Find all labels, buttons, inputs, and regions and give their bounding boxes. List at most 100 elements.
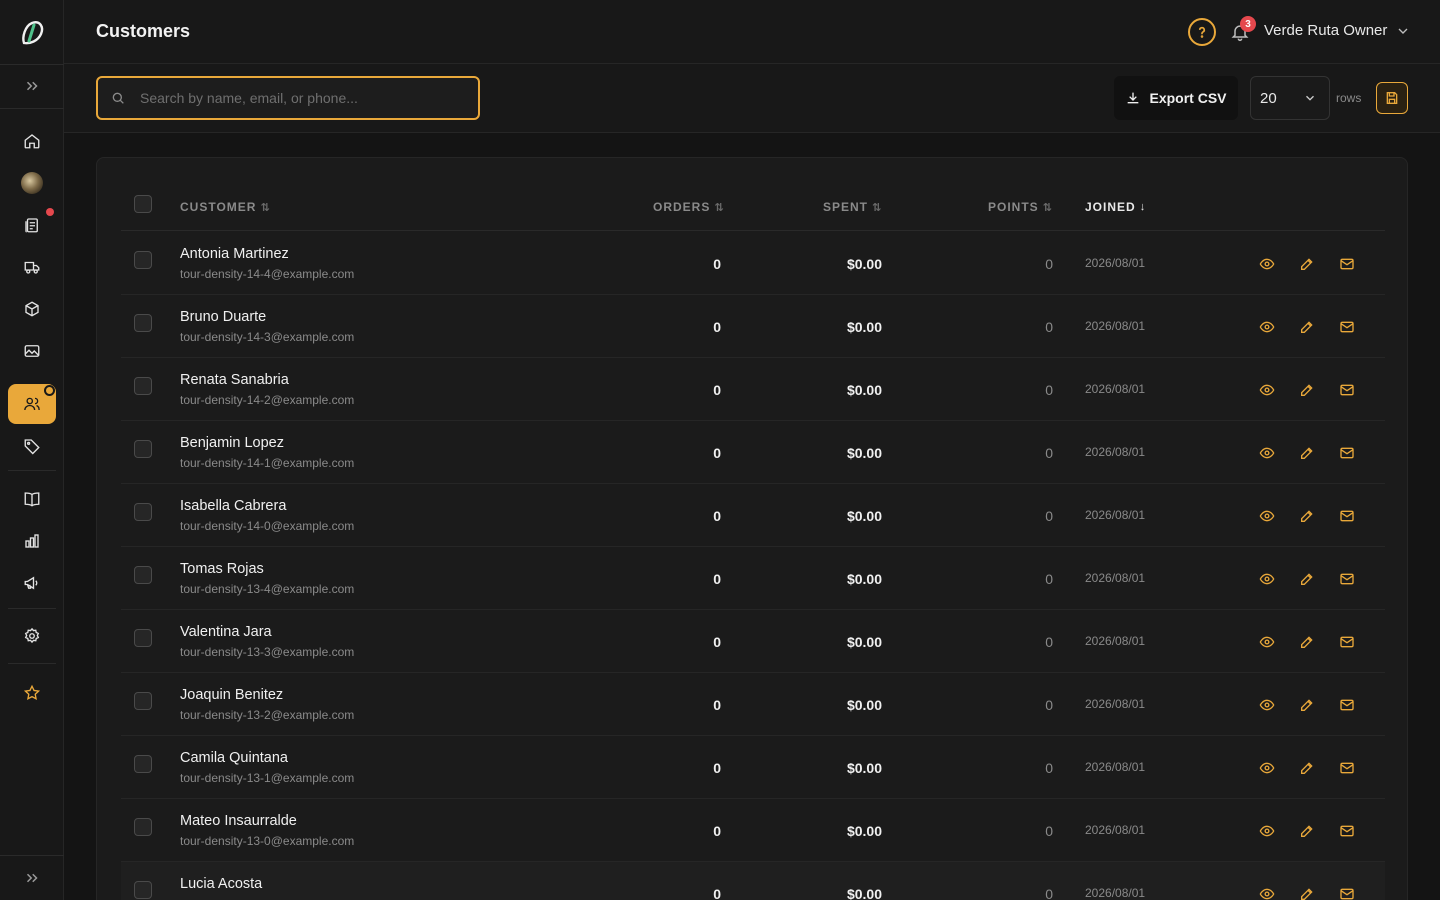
table-row[interactable]: Mateo Insaurralde tour-density-13-0@examp… <box>121 799 1385 862</box>
email-button[interactable] <box>1337 569 1357 589</box>
view-button[interactable] <box>1257 632 1277 652</box>
sidebar-item-home[interactable] <box>8 121 56 161</box>
edit-button[interactable] <box>1297 632 1317 652</box>
user-menu[interactable]: Verde Ruta Owner <box>1264 22 1411 39</box>
view-button[interactable] <box>1257 317 1277 337</box>
view-button[interactable] <box>1257 758 1277 778</box>
email-button[interactable] <box>1337 317 1357 337</box>
edit-button[interactable] <box>1297 884 1317 900</box>
edit-button[interactable] <box>1297 443 1317 463</box>
customer-name[interactable]: Lucia Acosta <box>180 876 262 892</box>
sidebar-item-marketing[interactable] <box>8 563 56 603</box>
row-checkbox[interactable] <box>134 818 152 836</box>
view-button[interactable] <box>1257 254 1277 274</box>
customer-name[interactable]: Antonia Martinez <box>180 246 289 262</box>
customer-name[interactable]: Tomas Rojas <box>180 561 264 577</box>
customer-name[interactable]: Bruno Duarte <box>180 309 266 325</box>
customer-name[interactable]: Mateo Insaurralde <box>180 813 297 829</box>
view-button[interactable] <box>1257 380 1277 400</box>
column-header-orders[interactable]: ORDERS ⇅ <box>653 200 725 214</box>
table-row[interactable]: Joaquin Benitez tour-density-13-2@example… <box>121 673 1385 736</box>
help-button[interactable] <box>1188 18 1216 46</box>
email-button[interactable] <box>1337 695 1357 715</box>
customer-name[interactable]: Isabella Cabrera <box>180 498 286 514</box>
export-csv-button[interactable]: Export CSV <box>1114 76 1238 120</box>
table-row[interactable]: Antonia Martinez tour-density-14-4@exampl… <box>121 232 1385 295</box>
table-row[interactable]: Isabella Cabrera tour-density-14-0@exampl… <box>121 484 1385 547</box>
sidebar-divider <box>8 663 56 664</box>
select-all-checkbox[interactable] <box>134 195 152 213</box>
sidebar-item-media[interactable] <box>8 331 56 371</box>
email-button[interactable] <box>1337 821 1357 841</box>
edit-button[interactable] <box>1297 506 1317 526</box>
edit-button[interactable] <box>1297 695 1317 715</box>
customer-name[interactable]: Renata Sanabria <box>180 372 289 388</box>
table-row[interactable]: Renata Sanabria tour-density-14-2@example… <box>121 358 1385 421</box>
view-button[interactable] <box>1257 569 1277 589</box>
email-button[interactable] <box>1337 884 1357 900</box>
view-button[interactable] <box>1257 695 1277 715</box>
edit-button[interactable] <box>1297 758 1317 778</box>
sidebar-item-profile[interactable] <box>8 163 56 203</box>
customer-name[interactable]: Benjamin Lopez <box>180 435 284 451</box>
search-input[interactable] <box>126 78 478 118</box>
email-button[interactable] <box>1337 632 1357 652</box>
table-row[interactable]: Camila Quintana tour-density-13-1@example… <box>121 736 1385 799</box>
view-button[interactable] <box>1257 443 1277 463</box>
sidebar-collapse-button[interactable] <box>8 858 56 898</box>
row-checkbox[interactable] <box>134 314 152 332</box>
edit-button[interactable] <box>1297 569 1317 589</box>
sidebar-item-catalog[interactable] <box>8 479 56 519</box>
search-box <box>96 76 480 120</box>
table-row[interactable]: Valentina Jara tour-density-13-3@example.… <box>121 610 1385 673</box>
sidebar-item-settings[interactable] <box>8 616 56 656</box>
view-button[interactable] <box>1257 884 1277 900</box>
edit-button[interactable] <box>1297 380 1317 400</box>
email-button[interactable] <box>1337 254 1357 274</box>
row-checkbox[interactable] <box>134 503 152 521</box>
sidebar-expand-button[interactable] <box>8 66 56 106</box>
table-row[interactable]: Bruno Duarte tour-density-14-3@example.co… <box>121 295 1385 358</box>
sidebar-item-products[interactable] <box>8 289 56 329</box>
row-checkbox[interactable] <box>134 377 152 395</box>
table-row[interactable]: Lucia Acosta 0 $0.00 0 2026/08/01 <box>121 862 1385 900</box>
sidebar-item-delivery[interactable] <box>8 247 56 287</box>
edit-button[interactable] <box>1297 821 1317 841</box>
save-view-button[interactable] <box>1376 82 1408 114</box>
edit-button[interactable] <box>1297 254 1317 274</box>
column-header-points[interactable]: POINTS ⇅ <box>988 200 1053 214</box>
table-row[interactable]: Benjamin Lopez tour-density-14-1@example.… <box>121 421 1385 484</box>
column-header-customer[interactable]: CUSTOMER ⇅ <box>180 200 271 214</box>
row-checkbox[interactable] <box>134 755 152 773</box>
sidebar-divider <box>8 608 56 609</box>
row-checkbox[interactable] <box>134 440 152 458</box>
row-checkbox[interactable] <box>134 629 152 647</box>
edit-button[interactable] <box>1297 317 1317 337</box>
customer-name[interactable]: Valentina Jara <box>180 624 272 640</box>
email-button[interactable] <box>1337 443 1357 463</box>
email-button[interactable] <box>1337 380 1357 400</box>
sidebar-item-analytics[interactable] <box>8 521 56 561</box>
amount-spent: $0.00 <box>846 697 882 713</box>
row-checkbox[interactable] <box>134 566 152 584</box>
customer-name[interactable]: Joaquin Benitez <box>180 687 283 703</box>
orders-count: 0 <box>713 634 721 650</box>
email-button[interactable] <box>1337 758 1357 778</box>
customer-name[interactable]: Camila Quintana <box>180 750 288 766</box>
row-checkbox[interactable] <box>134 251 152 269</box>
rows-per-page-select[interactable]: 20 <box>1250 76 1330 120</box>
row-checkbox[interactable] <box>134 881 152 899</box>
sidebar-item-discounts[interactable] <box>8 426 56 466</box>
table-row[interactable]: Tomas Rojas tour-density-13-4@example.com… <box>121 547 1385 610</box>
sidebar-item-orders[interactable] <box>8 205 56 245</box>
table-header: CUSTOMER ⇅ ORDERS ⇅ SPENT ⇅ POINTS ⇅ JOINED ↓ <box>121 182 1385 231</box>
app-logo[interactable] <box>16 17 48 49</box>
sidebar-item-customers[interactable] <box>8 384 56 424</box>
sidebar-item-favorites[interactable] <box>8 673 56 713</box>
email-button[interactable] <box>1337 506 1357 526</box>
view-button[interactable] <box>1257 821 1277 841</box>
column-header-spent[interactable]: SPENT ⇅ <box>823 200 882 214</box>
row-checkbox[interactable] <box>134 692 152 710</box>
view-button[interactable] <box>1257 506 1277 526</box>
column-header-joined[interactable]: JOINED ↓ <box>1085 200 1146 214</box>
